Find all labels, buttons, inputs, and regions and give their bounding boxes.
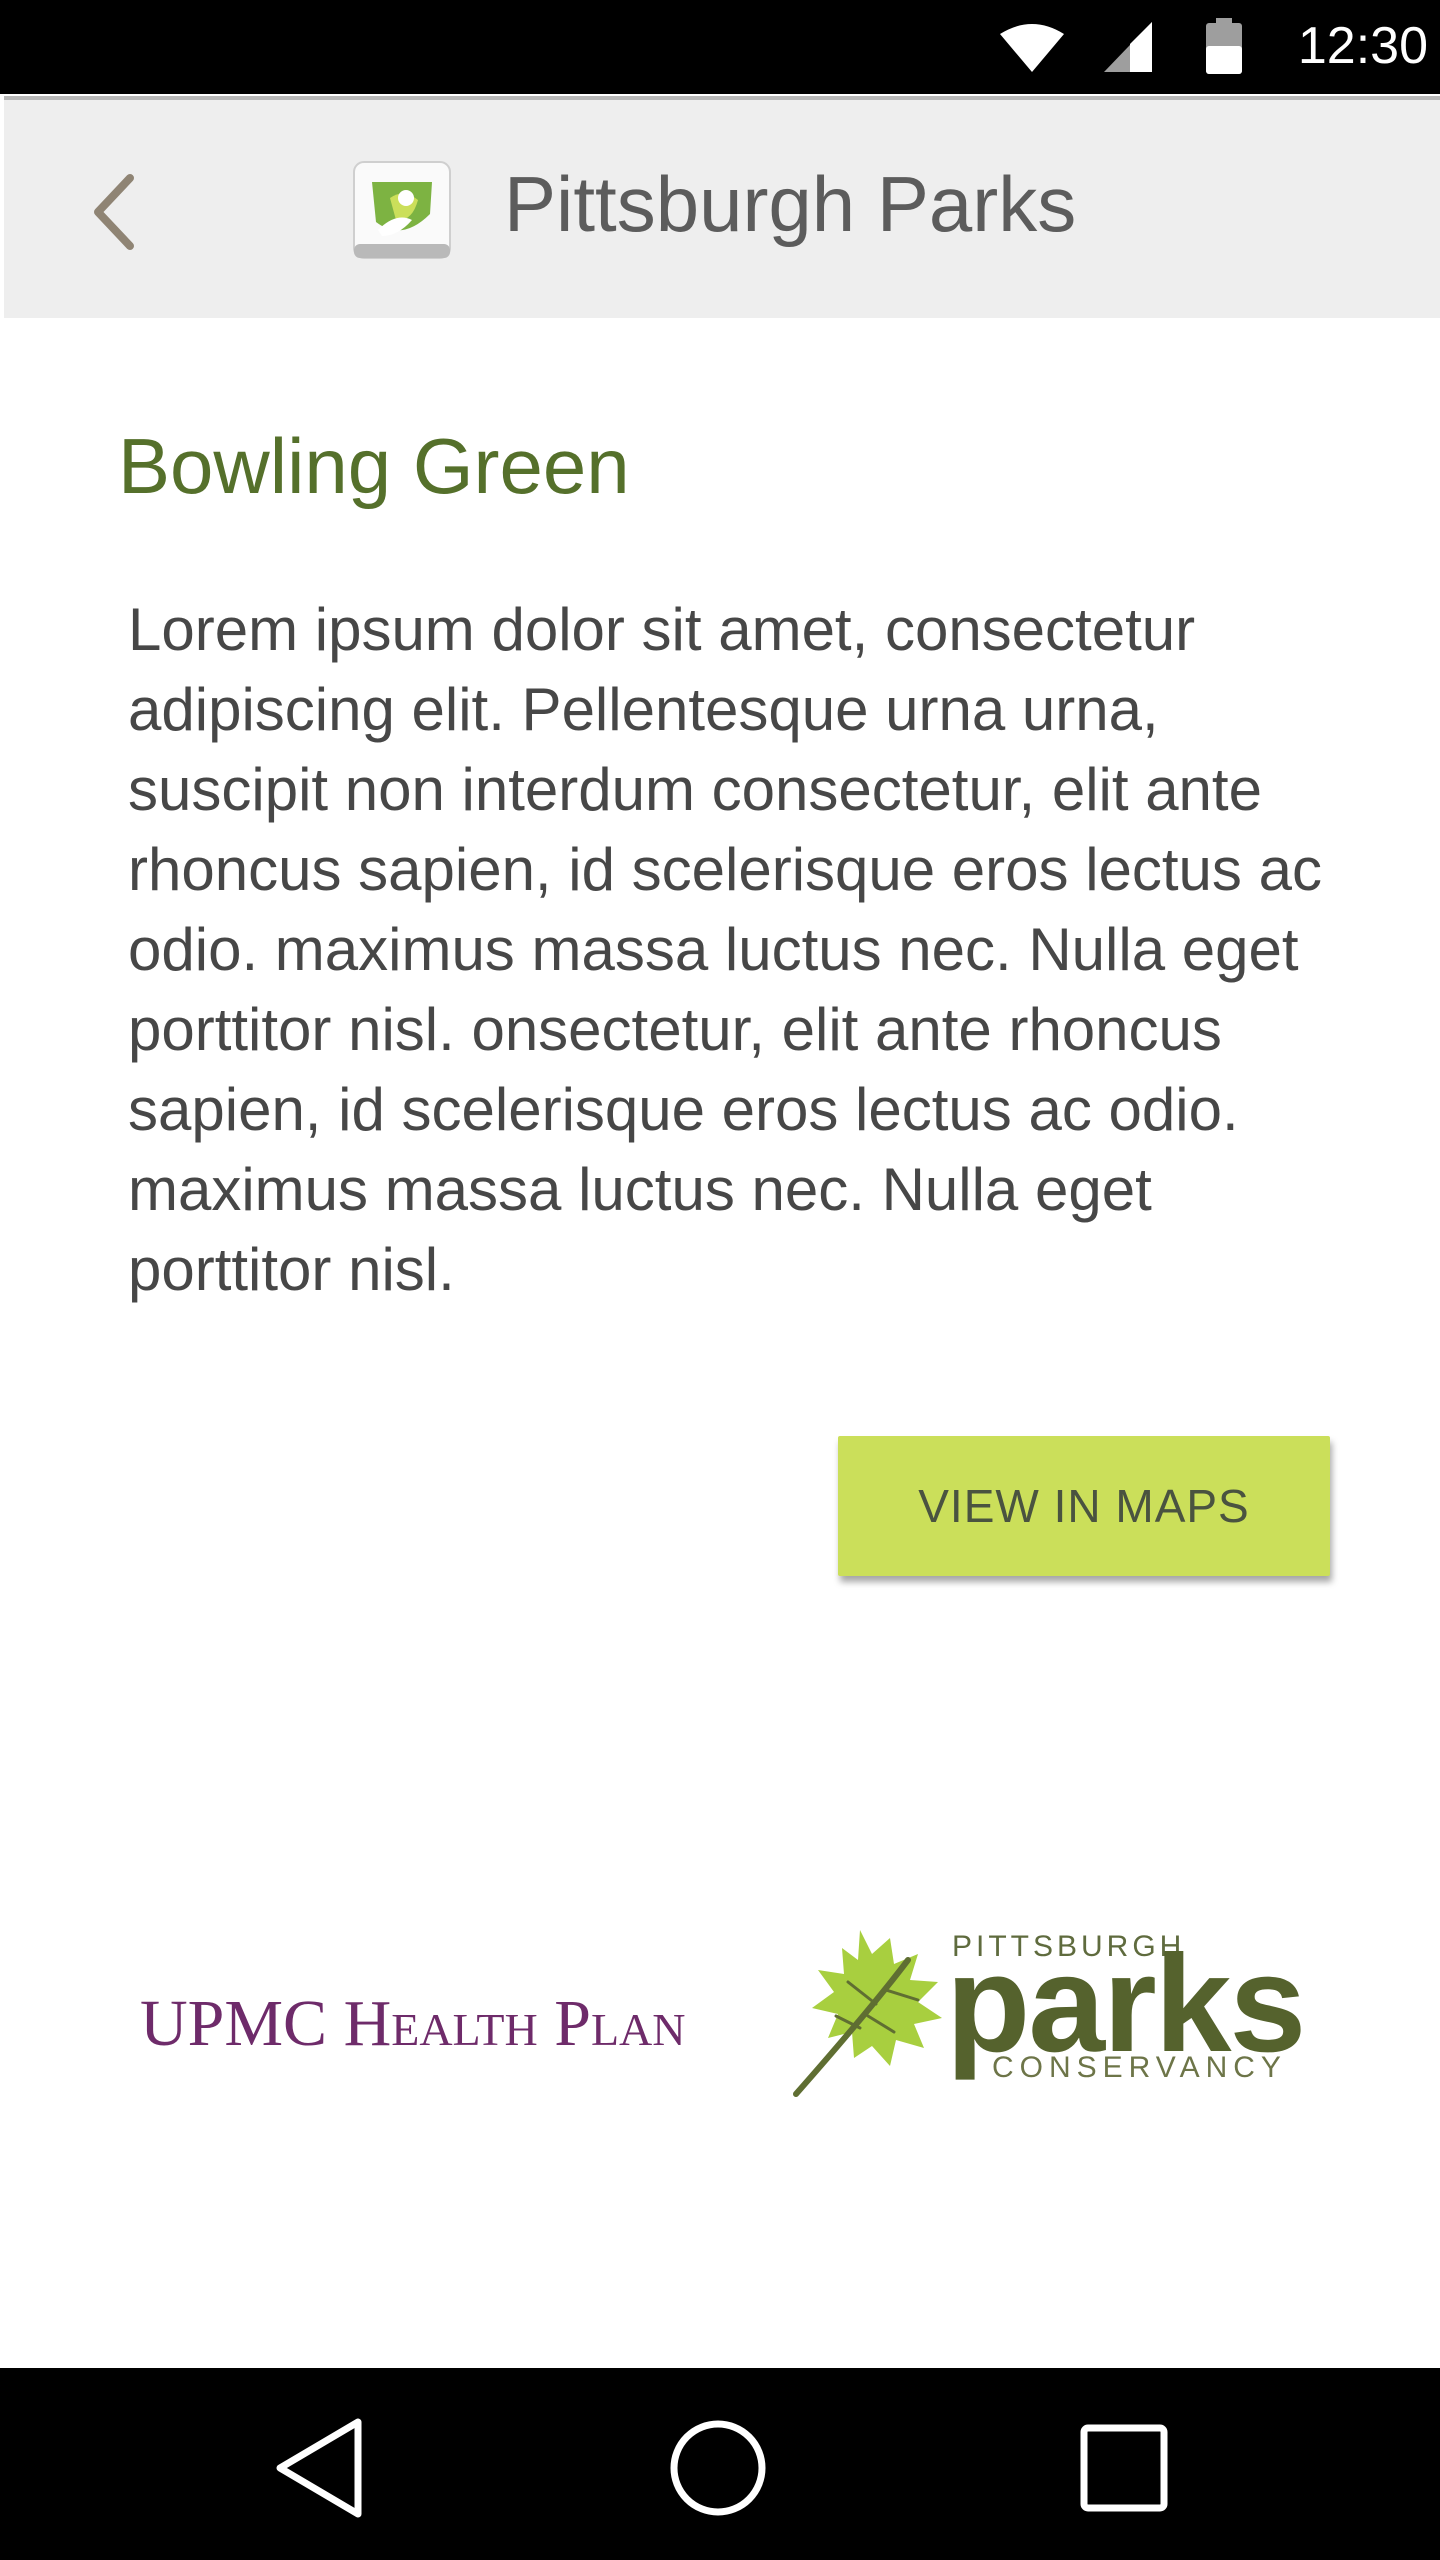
upmc-health-plan-logo[interactable]: UPMC Health Plan [140, 1984, 720, 2064]
view-in-maps-button[interactable]: VIEW IN MAPS [838, 1436, 1330, 1576]
cellular-signal-icon [1104, 22, 1152, 72]
upmc-logo-text-part2: Health Plan [343, 1987, 686, 2060]
upmc-logo-text-part1: UPMC [140, 1987, 344, 2060]
home-circle-icon[interactable] [658, 2408, 778, 2528]
pittsburgh-parks-app-icon [353, 161, 451, 259]
recents-square-icon[interactable] [1064, 2408, 1184, 2528]
app-title: Pittsburgh Parks [504, 160, 1077, 248]
wifi-icon [1000, 24, 1064, 72]
status-bar: 12:30 [0, 0, 1440, 94]
chevron-left-icon[interactable] [84, 166, 144, 258]
oak-leaf-icon [793, 1930, 942, 2097]
navigation-bar [0, 2368, 1440, 2560]
park-name-heading: Bowling Green [118, 422, 630, 510]
back-triangle-icon[interactable] [258, 2408, 378, 2528]
parks-logo-bottom-text: CONSERVANCY [992, 2051, 1287, 2084]
park-description: Lorem ipsum dolor sit amet, consectetur … [128, 596, 1322, 1303]
app-bar: Pittsburgh Parks [4, 96, 1440, 318]
battery-icon [1206, 18, 1242, 74]
pittsburgh-parks-conservancy-logo[interactable]: PITTSBURGH parks CONSERVANCY [790, 1920, 1350, 2100]
status-clock: 12:30 [1297, 17, 1428, 75]
